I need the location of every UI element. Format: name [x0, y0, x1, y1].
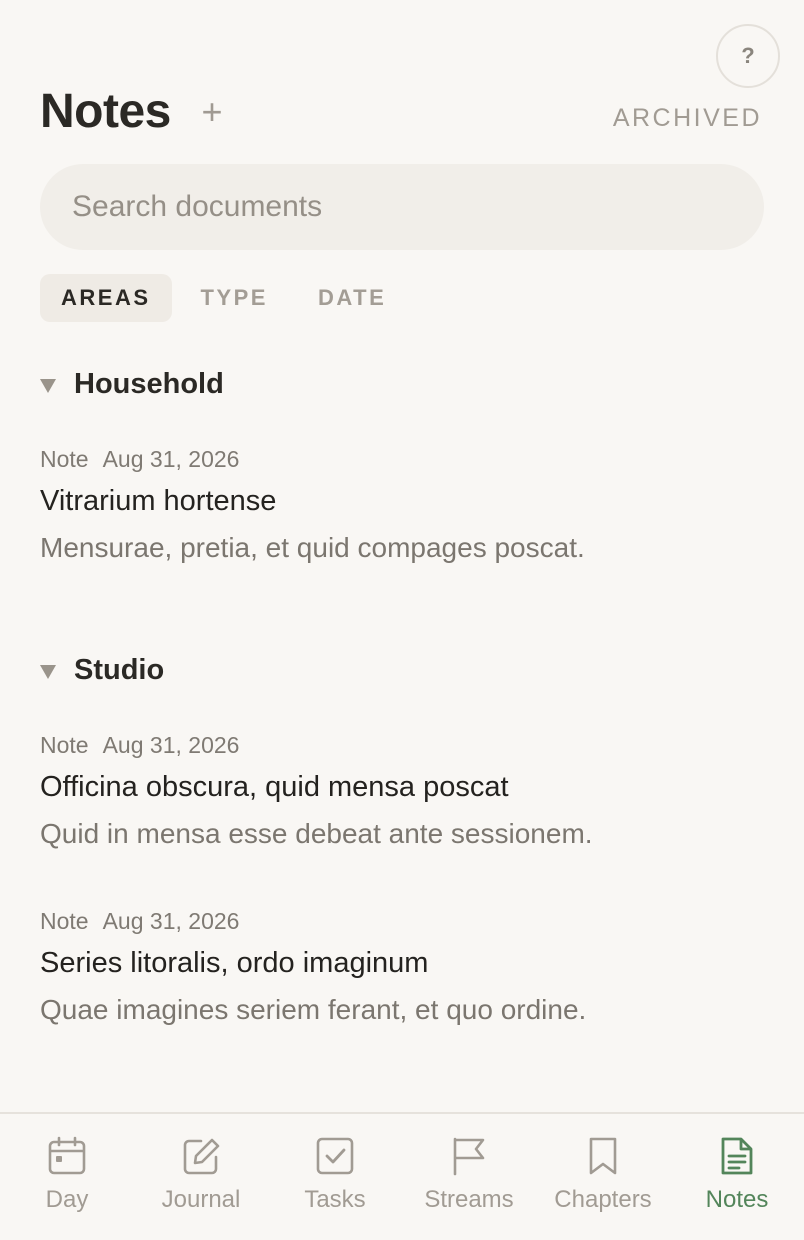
page-title: Notes — [40, 85, 171, 138]
group-title: Household — [74, 367, 224, 400]
edit-icon — [183, 1138, 220, 1175]
calendar-icon — [48, 1136, 86, 1175]
tab-tasks[interactable]: Tasks — [268, 1136, 402, 1226]
bottom-tab-bar: Day Journal Tasks Streams Chapters Notes — [0, 1112, 804, 1240]
tab-streams[interactable]: Streams — [402, 1136, 536, 1226]
checkbox-icon — [316, 1137, 354, 1175]
document-type: Note — [40, 732, 89, 758]
document-item[interactable]: Note Aug 31, 2026 Vitrarium hortense Men… — [40, 446, 764, 564]
document-date: Aug 31, 2026 — [102, 446, 240, 472]
caret-down-icon — [40, 665, 56, 679]
archived-link[interactable]: ARCHIVED — [613, 104, 762, 133]
help-button[interactable]: ? — [716, 24, 780, 88]
group-title: Studio — [74, 653, 165, 686]
document-type: Note — [40, 908, 89, 934]
tab-label: Tasks — [304, 1186, 366, 1213]
tab-label: Streams — [424, 1186, 514, 1213]
filter-tab-type[interactable]: TYPE — [180, 274, 289, 322]
search-input[interactable] — [40, 164, 764, 250]
filter-tab-date[interactable]: DATE — [297, 274, 407, 322]
tab-label: Chapters — [554, 1186, 652, 1213]
tab-journal[interactable]: Journal — [134, 1136, 268, 1226]
document-title: Series litoralis, ordo imaginum — [40, 947, 429, 979]
document-icon — [721, 1137, 753, 1175]
plus-icon: + — [201, 91, 223, 132]
help-icon: ? — [741, 43, 755, 68]
tab-label: Journal — [161, 1186, 241, 1213]
document-type: Note — [40, 446, 89, 472]
document-excerpt: Quid in mensa esse debeat ante sessionem… — [40, 818, 593, 849]
page-header: Notes + ARCHIVED — [40, 80, 764, 144]
filter-tab-areas[interactable]: AREAS — [40, 274, 172, 322]
tab-notes[interactable]: Notes — [670, 1136, 804, 1226]
tab-chapters[interactable]: Chapters — [536, 1136, 670, 1226]
filter-tabs: AREAS TYPE DATE — [40, 274, 415, 322]
document-item[interactable]: Note Aug 31, 2026 Officina obscura, quid… — [40, 732, 764, 850]
document-excerpt: Quae imagines seriem ferant, et quo ordi… — [40, 994, 587, 1025]
document-meta: Note Aug 31, 2026 — [40, 446, 764, 473]
document-excerpt: Mensurae, pretia, et quid compages posca… — [40, 532, 585, 563]
tab-label: Day — [45, 1186, 89, 1213]
document-title: Vitrarium hortense — [40, 485, 277, 517]
group-header-studio[interactable]: Studio — [40, 650, 164, 690]
tab-day[interactable]: Day — [0, 1136, 134, 1226]
document-meta: Note Aug 31, 2026 — [40, 908, 764, 935]
caret-down-icon — [40, 379, 56, 393]
notes-screen: ? Notes + ARCHIVED AREAS TYPE DATE House… — [0, 0, 804, 1240]
bookmark-icon — [589, 1137, 617, 1175]
add-note-button[interactable]: + — [192, 88, 232, 136]
group-header-household[interactable]: Household — [40, 364, 224, 404]
tab-label: Notes — [705, 1186, 769, 1213]
flag-icon — [453, 1137, 485, 1176]
document-item[interactable]: Note Aug 31, 2026 Series litoralis, ordo… — [40, 908, 764, 1026]
document-title: Officina obscura, quid mensa poscat — [40, 771, 509, 803]
document-date: Aug 31, 2026 — [102, 908, 240, 934]
document-date: Aug 31, 2026 — [102, 732, 240, 758]
document-meta: Note Aug 31, 2026 — [40, 732, 764, 759]
